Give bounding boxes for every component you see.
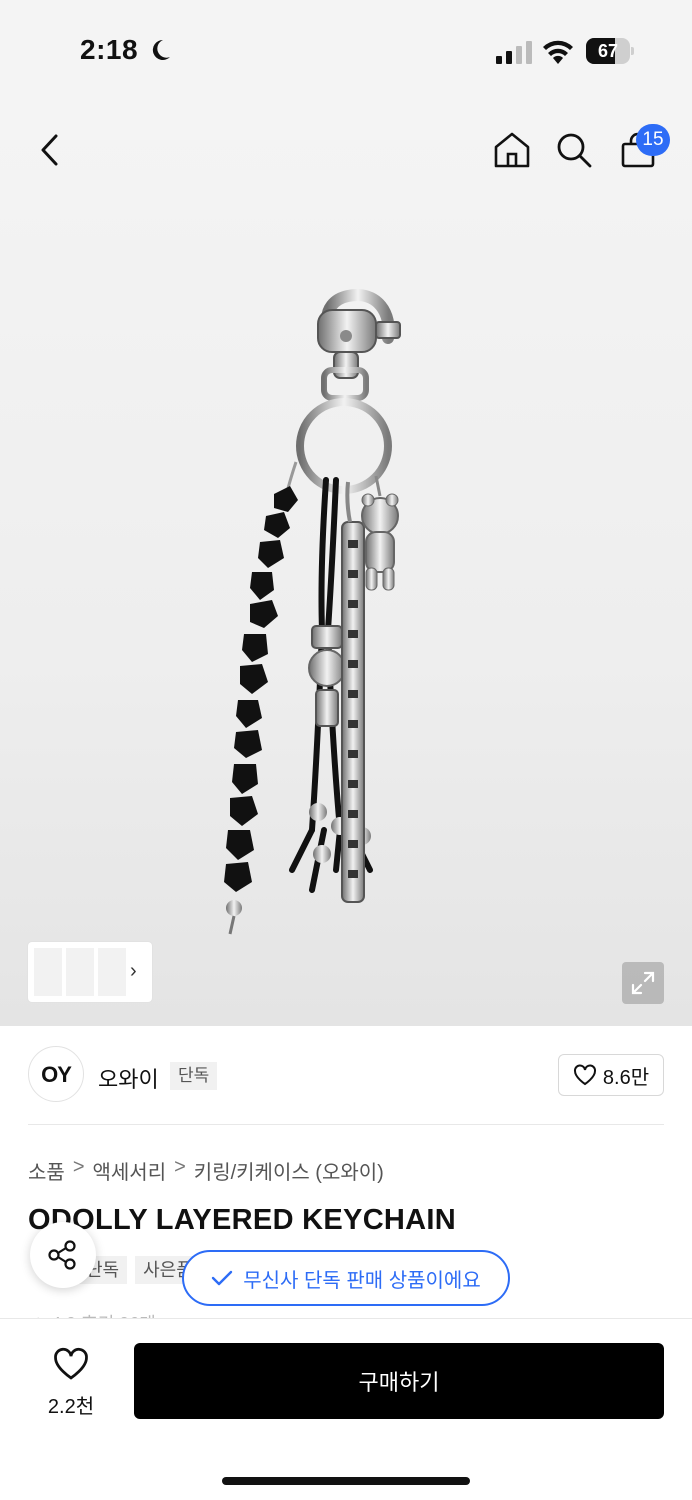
battery-percent: 67 (597, 41, 619, 61)
status-bar: 2:18 67 (0, 0, 692, 100)
cart-count-badge: 15 (636, 124, 670, 156)
divider (28, 1124, 664, 1125)
bottom-action-bar: 2.2천 구매하기 (0, 1318, 692, 1500)
brand-name[interactable]: 오와이 (98, 1062, 159, 1094)
status-time: 2:18 (80, 34, 139, 65)
expand-icon (631, 971, 655, 995)
home-icon (494, 132, 530, 168)
breadcrumb-separator: > (174, 1156, 186, 1178)
thumbnail-image[interactable] (66, 948, 94, 996)
wifi-icon (543, 40, 573, 64)
breadcrumb-item[interactable]: 액세서리 (93, 1156, 167, 1185)
chevron-right-icon: › (130, 960, 137, 982)
thumbnail-strip[interactable]: › (28, 942, 152, 1002)
breadcrumb-item[interactable]: 소품 (28, 1156, 65, 1185)
brand-row: OY 오와이 단독 8.6만 (0, 1026, 692, 1126)
product-image[interactable] (200, 270, 460, 960)
wishlist-count: 2.2천 (47, 1396, 95, 1418)
exclusive-notice-text: 무신사 단독 판매 상품이에요 (243, 1269, 481, 1292)
wishlist-button[interactable]: 2.2천 (36, 1347, 106, 1418)
thumbnail-image[interactable] (34, 948, 62, 996)
search-button[interactable] (552, 128, 596, 172)
product-hero: 15 › (0, 100, 692, 1026)
home-indicator (222, 1477, 470, 1485)
back-arrow-icon (41, 134, 58, 166)
product-page: 2:18 67 15 › OY 오와이 단독 8.6만 소품 > 액세서리 > … (0, 0, 692, 1500)
heart-icon (573, 1064, 596, 1086)
breadcrumb: 소품 > 액세서리 > 키링/키케이스 (오와이) (28, 1156, 384, 1185)
thumbnail-image[interactable] (98, 948, 126, 996)
brand-like-count: 8.6만 (602, 1066, 650, 1089)
brand-like-button[interactable]: 8.6만 (558, 1054, 664, 1096)
battery-indicator: 67 (586, 38, 634, 64)
share-icon (48, 1240, 76, 1270)
cellular-signal-icon (496, 41, 532, 64)
home-button[interactable] (490, 128, 534, 172)
expand-image-button[interactable] (622, 962, 664, 1004)
brand-logo[interactable]: OY (28, 1046, 84, 1102)
moon-icon (152, 39, 170, 60)
product-title: ODOLLY LAYERED KEYCHAIN (28, 1204, 457, 1236)
back-button[interactable] (28, 128, 72, 172)
search-icon (557, 133, 592, 168)
heart-icon (54, 1347, 88, 1380)
exclusive-notice: 무신사 단독 판매 상품이에요 (182, 1250, 510, 1306)
brand-exclusive-tag: 단독 (170, 1062, 218, 1090)
breadcrumb-item[interactable]: 키링/키케이스 (오와이) (194, 1156, 384, 1185)
share-button[interactable] (30, 1222, 96, 1288)
buy-button[interactable]: 구매하기 (134, 1343, 664, 1419)
check-icon (212, 1270, 233, 1286)
breadcrumb-separator: > (72, 1156, 85, 1178)
